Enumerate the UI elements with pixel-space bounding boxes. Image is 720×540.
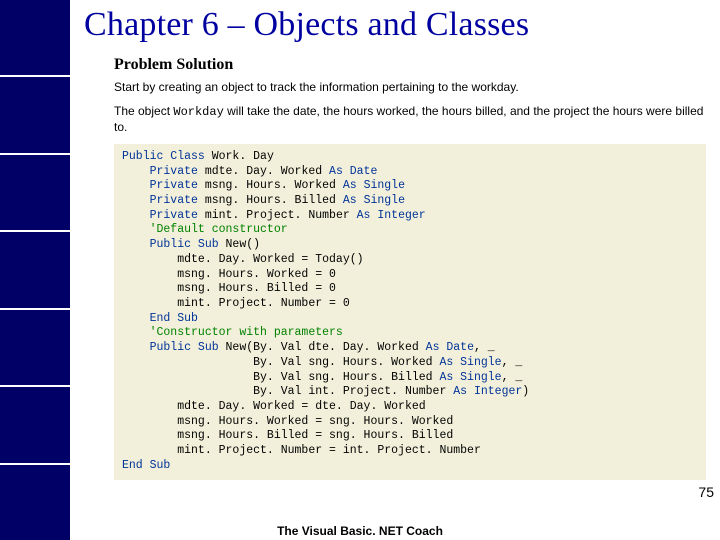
code-text: msng. Hours. Billed bbox=[198, 194, 343, 207]
code-text: mint. Project. Number bbox=[198, 209, 357, 222]
code-text: mdte. Day. Worked bbox=[198, 165, 329, 178]
code-kw: Public Sub bbox=[122, 341, 219, 354]
sidebar-block bbox=[0, 310, 70, 385]
code-text: By. Val sng. Hours. Billed bbox=[122, 371, 439, 384]
sidebar-block bbox=[0, 232, 70, 307]
code-text: mdte. Day. Worked = Today() bbox=[122, 253, 364, 266]
decorative-sidebar bbox=[0, 0, 70, 540]
code-kw: As Single bbox=[439, 356, 501, 369]
section-title: Problem Solution bbox=[114, 56, 706, 74]
code-text: , _ bbox=[502, 356, 523, 369]
code-text: New(By. Val dte. Day. Worked bbox=[219, 341, 426, 354]
code-kw: Private bbox=[122, 194, 198, 207]
paragraph-2: The object Workday will take the date, t… bbox=[114, 104, 706, 136]
code-kw: Private bbox=[122, 179, 198, 192]
para2-part-a: The object bbox=[114, 104, 173, 118]
code-kw: As Single bbox=[343, 194, 405, 207]
book-title-footer: The Visual Basic. NET Coach bbox=[0, 524, 720, 538]
code-comment: 'Default constructor bbox=[122, 223, 288, 236]
page-number: 75 bbox=[698, 484, 714, 500]
code-kw: Private bbox=[122, 165, 198, 178]
code-text: msng. Hours. Worked = sng. Hours. Worked bbox=[122, 415, 453, 428]
code-kw: End Sub bbox=[122, 459, 170, 472]
code-comment: 'Constructor with parameters bbox=[122, 326, 343, 339]
chapter-title: Chapter 6 – Objects and Classes bbox=[84, 6, 706, 44]
para2-mono: Workday bbox=[173, 105, 223, 119]
sidebar-block bbox=[0, 155, 70, 230]
code-text: msng. Hours. Billed = 0 bbox=[122, 282, 336, 295]
code-kw: As Integer bbox=[357, 209, 426, 222]
sidebar-block bbox=[0, 0, 70, 75]
code-text: mint. Project. Number = int. Project. Nu… bbox=[122, 444, 481, 457]
slide-content: Chapter 6 – Objects and Classes Problem … bbox=[70, 0, 720, 480]
code-text: msng. Hours. Worked bbox=[198, 179, 343, 192]
code-text: mdte. Day. Worked = dte. Day. Worked bbox=[122, 400, 426, 413]
code-text: By. Val sng. Hours. Worked bbox=[122, 356, 439, 369]
code-text: msng. Hours. Worked = 0 bbox=[122, 268, 336, 281]
code-kw: Public Class bbox=[122, 150, 205, 163]
code-kw: Public Sub bbox=[122, 238, 219, 251]
code-text: New() bbox=[219, 238, 260, 251]
code-kw: As Date bbox=[426, 341, 474, 354]
paragraph-1: Start by creating an object to track the… bbox=[114, 80, 706, 96]
code-kw: End Sub bbox=[122, 312, 198, 325]
code-text: msng. Hours. Billed = sng. Hours. Billed bbox=[122, 429, 453, 442]
code-kw: As Integer bbox=[453, 385, 522, 398]
code-text: By. Val int. Project. Number bbox=[122, 385, 453, 398]
code-kw: As Single bbox=[343, 179, 405, 192]
code-kw: As Single bbox=[439, 371, 501, 384]
code-text: ) bbox=[522, 385, 529, 398]
code-text: , _ bbox=[502, 371, 523, 384]
code-kw: As Date bbox=[329, 165, 377, 178]
sidebar-block bbox=[0, 77, 70, 152]
code-text: , _ bbox=[474, 341, 495, 354]
code-block: Public Class Work. Day Private mdte. Day… bbox=[114, 144, 706, 480]
code-kw: Private bbox=[122, 209, 198, 222]
code-text: Work. Day bbox=[205, 150, 274, 163]
code-text: mint. Project. Number = 0 bbox=[122, 297, 350, 310]
sidebar-block bbox=[0, 387, 70, 462]
